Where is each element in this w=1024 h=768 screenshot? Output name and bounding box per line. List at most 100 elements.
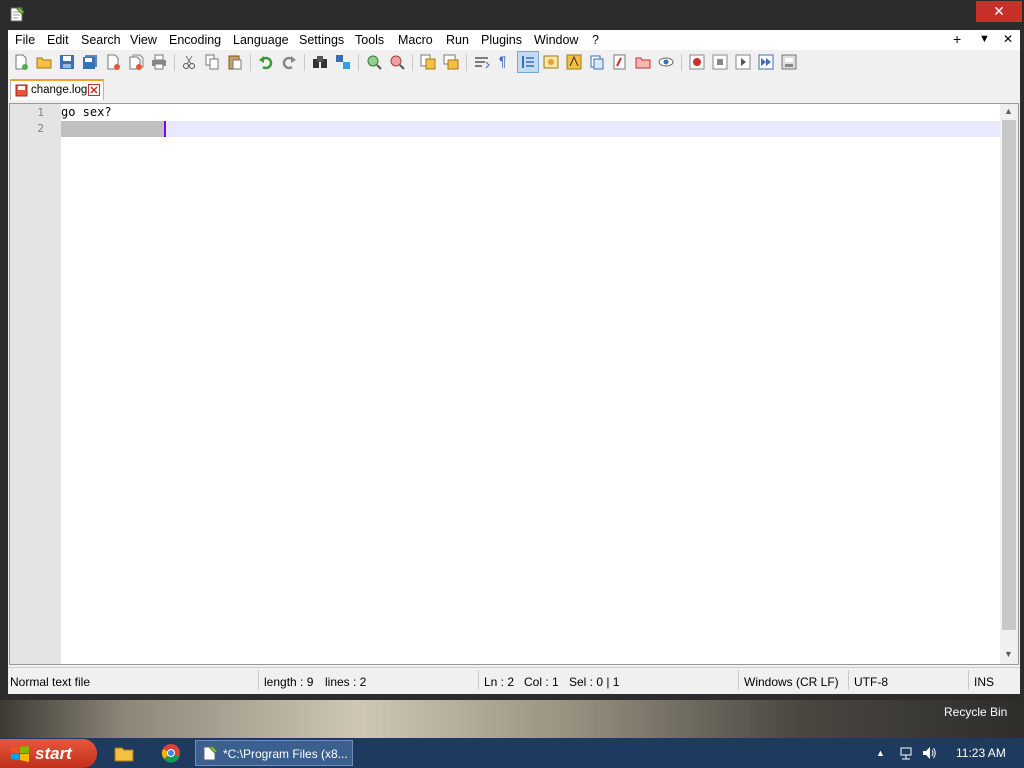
toolbar: ¶ [8, 50, 1020, 76]
tab-close-icon[interactable] [88, 84, 100, 96]
notepad-app-icon[interactable] [9, 6, 25, 22]
print-icon[interactable] [151, 54, 167, 70]
status-separator [478, 670, 479, 690]
status-separator [258, 670, 259, 690]
recycle-bin-label[interactable]: Recycle Bin [944, 705, 1007, 719]
document-map-icon[interactable] [566, 54, 582, 70]
network-icon[interactable] [898, 745, 914, 761]
menu-file[interactable]: File [15, 33, 35, 47]
folder-icon[interactable] [635, 54, 651, 70]
menu-settings[interactable]: Settings [299, 33, 344, 47]
menu-bar: File Edit Search View Encoding Language … [8, 30, 1020, 50]
menu-window[interactable]: Window [534, 33, 578, 47]
run-macro-multiple-icon[interactable] [758, 54, 774, 70]
save-all-icon[interactable] [82, 54, 98, 70]
close-document-icon[interactable]: ✕ [1003, 32, 1013, 46]
menu-macro[interactable]: Macro [398, 33, 433, 47]
notepad-app-icon [203, 745, 218, 761]
play-macro-icon[interactable] [735, 54, 751, 70]
menu-language[interactable]: Language [233, 33, 289, 47]
close-window-button[interactable]: ✕ [976, 1, 1022, 22]
clock[interactable]: 11:23 AM [956, 746, 1006, 760]
menu-search[interactable]: Search [81, 33, 121, 47]
line-number: 2 [37, 122, 44, 135]
scroll-down-icon[interactable]: ▼ [1004, 649, 1013, 659]
editor-area[interactable]: 1 2 go sex? ▲ ▼ [9, 103, 1019, 665]
status-ln: Ln : 2 [484, 675, 515, 689]
title-bar[interactable]: ✕ [0, 0, 1024, 30]
menu-run[interactable]: Run [446, 33, 469, 47]
menu-edit[interactable]: Edit [47, 33, 69, 47]
new-file-icon[interactable] [13, 54, 29, 70]
status-insert-mode[interactable]: INS [974, 675, 994, 689]
redo-icon[interactable] [281, 54, 297, 70]
paste-icon[interactable] [227, 54, 243, 70]
toolbar-separator [304, 54, 305, 71]
vertical-scrollbar[interactable]: ▲ ▼ [1000, 104, 1018, 664]
chrome-icon[interactable] [161, 743, 181, 763]
status-col: Col : 1 [524, 675, 559, 689]
taskbar: start *C:\Program Files (x8... ▲ 11:23 A… [0, 738, 1024, 768]
folder-as-workspace-icon[interactable] [612, 54, 628, 70]
volume-icon[interactable] [921, 745, 937, 761]
undo-icon[interactable] [258, 54, 274, 70]
close-all-icon[interactable] [128, 54, 144, 70]
code-line[interactable]: go sex? [61, 105, 112, 119]
new-tab-plus-icon[interactable]: + [953, 31, 961, 47]
menu-encoding[interactable]: Encoding [169, 33, 221, 47]
zoom-in-icon[interactable] [366, 54, 382, 70]
current-line-gray-block [61, 121, 164, 137]
start-label: start [35, 744, 72, 763]
file-explorer-icon[interactable] [114, 743, 134, 763]
menu-help[interactable]: ? [592, 33, 599, 47]
sync-horizontal-icon[interactable] [443, 54, 459, 70]
find-icon[interactable] [312, 54, 328, 70]
replace-icon[interactable] [335, 54, 351, 70]
status-lines: lines : 2 [325, 675, 367, 689]
user-language-icon[interactable] [543, 54, 559, 70]
menu-tools[interactable]: Tools [355, 33, 384, 47]
word-wrap-icon[interactable] [474, 54, 490, 70]
indent-guide-icon[interactable] [520, 54, 536, 70]
status-sel: Sel : 0 | 1 [569, 675, 620, 689]
tab-list-down-icon[interactable]: ▼ [979, 33, 990, 45]
scroll-thumb[interactable] [1002, 120, 1016, 630]
show-all-characters-icon[interactable]: ¶ [499, 53, 515, 69]
scroll-up-icon[interactable]: ▲ [1004, 106, 1013, 116]
toolbar-separator [681, 54, 682, 71]
save-icon[interactable] [59, 54, 75, 70]
tab-strip: change.log [8, 76, 1020, 102]
start-button[interactable]: start [0, 739, 97, 768]
notepadpp-window: ✕ File Edit Search View Encoding Languag… [0, 0, 1024, 700]
toolbar-separator [174, 54, 175, 71]
status-separator [738, 670, 739, 690]
taskbar-button-label: *C:\Program Files (x8... [223, 747, 348, 761]
windows-logo-icon [11, 746, 29, 762]
save-macro-icon[interactable] [781, 54, 797, 70]
tab-change-log[interactable]: change.log [10, 79, 104, 100]
sync-vertical-icon[interactable] [420, 54, 436, 70]
current-line-highlight [61, 121, 1000, 137]
function-list-icon[interactable] [589, 54, 605, 70]
taskbar-notepadpp-button[interactable]: *C:\Program Files (x8... [195, 740, 353, 766]
copy-icon[interactable] [204, 54, 220, 70]
tray-expand-icon[interactable]: ▲ [876, 748, 885, 758]
line-number-gutter: 1 2 [10, 104, 61, 664]
stop-macro-icon[interactable] [712, 54, 728, 70]
open-file-icon[interactable] [36, 54, 52, 70]
status-eol[interactable]: Windows (CR LF) [744, 675, 839, 689]
line-number: 1 [37, 106, 44, 119]
status-separator [848, 670, 849, 690]
record-macro-icon[interactable] [689, 54, 705, 70]
cut-icon[interactable] [181, 54, 197, 70]
tab-label: change.log [31, 84, 88, 96]
client-area: File Edit Search View Encoding Language … [8, 30, 1020, 694]
close-file-icon[interactable] [105, 54, 121, 70]
toolbar-separator [412, 54, 413, 71]
menu-view[interactable]: View [130, 33, 157, 47]
status-encoding[interactable]: UTF-8 [854, 675, 888, 689]
monitoring-eye-icon[interactable] [658, 54, 674, 70]
zoom-out-icon[interactable] [389, 54, 405, 70]
toolbar-separator [466, 54, 467, 71]
menu-plugins[interactable]: Plugins [481, 33, 522, 47]
